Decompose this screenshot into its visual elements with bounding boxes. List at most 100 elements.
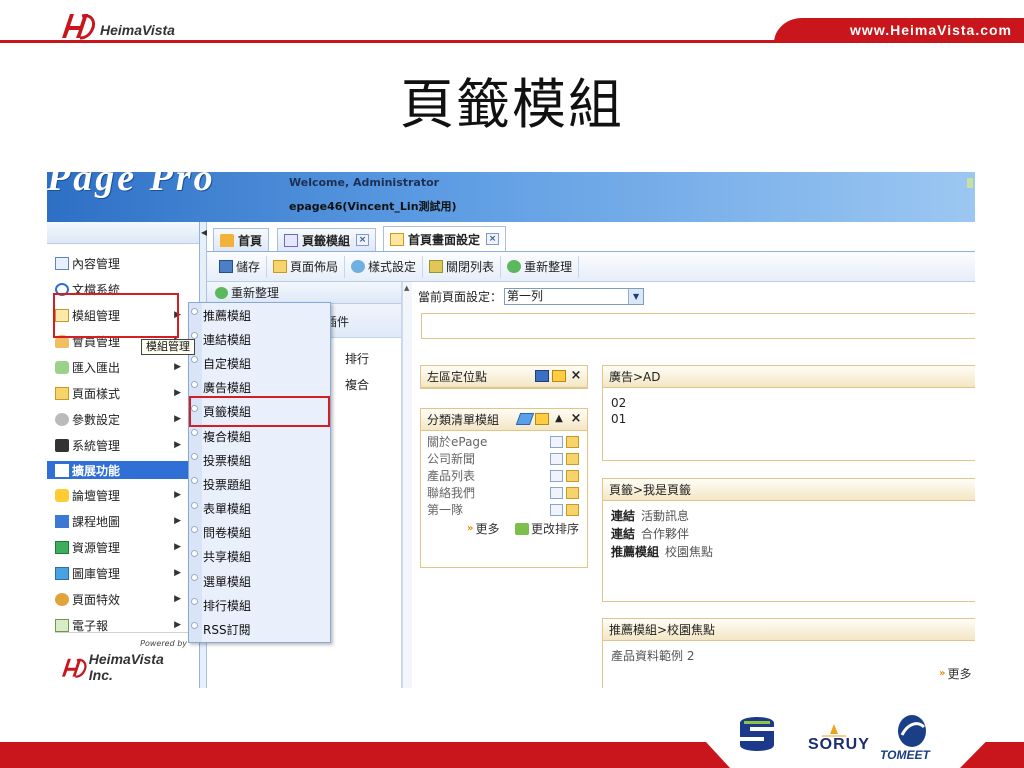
close-list-button[interactable]: 關閉列表 (423, 255, 502, 278)
settings-icon[interactable] (566, 436, 579, 448)
ad-line: 02 (611, 396, 627, 410)
tab-module-row[interactable]: 推薦模組 校園焦點 (603, 543, 975, 561)
close-icon[interactable]: × (486, 233, 500, 245)
edit-icon[interactable] (550, 470, 563, 482)
window-icon[interactable] (552, 370, 566, 382)
recommend-title: 推薦模組>校園焦點 (609, 623, 716, 637)
sort-icon (515, 522, 529, 535)
close-icon[interactable]: × (569, 369, 583, 382)
style-icon (351, 260, 366, 273)
powered-brand: HeimaVista Inc. (88, 651, 164, 683)
list-item[interactable]: 關於ePage (421, 434, 587, 451)
layout-icon (273, 260, 288, 273)
submenu-item-composite[interactable]: 複合模組 (189, 424, 330, 448)
sidebar-item-import-export[interactable]: 匯入匯出 ▶ (47, 354, 199, 380)
left-anchor-title: 左區定位點 (427, 370, 488, 384)
settings-icon[interactable] (566, 470, 579, 482)
submenu-arrow-icon: ▶ (174, 440, 181, 450)
edit-icon[interactable] (515, 413, 535, 425)
save-button[interactable]: 儲存 (213, 255, 268, 278)
list-item[interactable]: 產品列表 (421, 468, 587, 485)
tab-module-row[interactable]: 連結 活動訊息 (603, 507, 975, 525)
chevron-down-icon[interactable]: ▼ (628, 289, 644, 304)
change-sort-button[interactable]: 更改排序 (515, 520, 579, 537)
submenu-item-recommend[interactable]: 推薦模組 (189, 303, 330, 327)
module-cell-rank[interactable]: 排行 (345, 350, 369, 367)
sidebar-item-course-map[interactable]: 課程地圖 ▶ (47, 508, 199, 534)
submenu-item-form[interactable]: 表單模組 (189, 497, 330, 521)
more-link[interactable]: » 更多 (467, 520, 499, 537)
submenu-label: 廣告模組 (203, 381, 252, 396)
submenu-label: 排行模組 (203, 598, 252, 613)
module-scrollbar[interactable]: ▲ (402, 282, 412, 688)
submenu-item-vote-group[interactable]: 投票題組 (189, 472, 330, 496)
settings-icon[interactable] (566, 453, 579, 465)
edit-icon[interactable] (550, 436, 563, 448)
submenu-item-rank[interactable]: 排行模組 (189, 593, 330, 617)
module-cell-composite[interactable]: 複合 (345, 376, 369, 393)
submenu-item-menu[interactable]: 選單模組 (189, 569, 330, 593)
close-list-label: 關閉列表 (446, 260, 495, 274)
sidebar-item-forum[interactable]: 論壇管理 ▶ (47, 482, 199, 508)
sidebar-item-gallery[interactable]: 圖庫管理 ▶ (47, 560, 199, 586)
edit-icon[interactable] (550, 453, 563, 465)
bullet-icon (191, 380, 198, 388)
list-item[interactable]: 聯絡我們 (421, 485, 587, 502)
tab-module-box: 頁籤>我是頁籤 連結 活動訊息 連結 合作夥伴 推薦模組 校園焦點 (602, 478, 975, 602)
reorganize-button[interactable]: 重新整理 (501, 255, 580, 278)
site-url[interactable]: www.HeimaVista.com (850, 22, 1012, 38)
bullet-icon (191, 525, 198, 533)
submenu-item-link[interactable]: 連結模組 (189, 327, 330, 351)
style-settings-button[interactable]: 樣式設定 (345, 255, 424, 278)
submenu-item-custom[interactable]: 自定模組 (189, 351, 330, 375)
tab-module-row[interactable]: 連結 合作夥伴 (603, 525, 975, 543)
submenu-label: 投票題組 (203, 477, 252, 492)
module-refresh-button[interactable]: 重新整理 (207, 282, 401, 304)
settings-icon[interactable] (566, 487, 579, 499)
window-icon[interactable] (535, 413, 549, 425)
list-item[interactable]: 第一隊 (421, 502, 587, 519)
list-view-icon[interactable] (535, 370, 549, 382)
sidebar-item-settings[interactable]: 參數設定 ▶ (47, 406, 199, 432)
tab-label: 頁籤模組 (302, 233, 351, 248)
settings-icon[interactable] (566, 504, 579, 516)
tab-front-page-setting[interactable]: 首頁畫面設定 × (383, 226, 507, 251)
tab-bar: 首頁 頁籤模組 × 首頁畫面設定 × (207, 222, 975, 252)
edit-icon[interactable] (550, 504, 563, 516)
edit-icon[interactable] (550, 487, 563, 499)
recommend-item[interactable]: 產品資料範例 2 (611, 649, 694, 663)
scroll-up-icon[interactable]: ▲ (404, 284, 409, 292)
tab-home[interactable]: 首頁 (213, 228, 270, 251)
home-icon (220, 233, 234, 247)
tab-tab-module[interactable]: 頁籤模組 × (277, 228, 377, 251)
page-style-icon (55, 386, 69, 400)
submenu-item-vote[interactable]: 投票模組 (189, 448, 330, 472)
submenu-item-share[interactable]: 共享模組 (189, 545, 330, 569)
submenu-item-rss[interactable]: RSS訂閱 (189, 617, 330, 641)
page-setting-select[interactable]: 第一列 ▼ (504, 288, 645, 305)
bullet-icon (191, 477, 198, 485)
category-rows: 關於ePage 公司新聞 產品列表 聯絡我們 第一隊 » 更多 更改排序 (421, 431, 587, 539)
ad-body: 02 01 (603, 388, 975, 434)
app-banner: Page Pro Welcome, Administrator epage46(… (47, 172, 975, 222)
style-label: 樣式設定 (368, 260, 417, 274)
sidebar-item-effects[interactable]: 頁面特效 ▶ (47, 586, 199, 612)
more-link[interactable]: » 更多 (939, 665, 971, 682)
sidebar-item-system[interactable]: 系統管理 ▶ (47, 432, 199, 458)
gear-icon (55, 412, 69, 426)
list-item[interactable]: 公司新聞 (421, 451, 587, 468)
page-layout-button[interactable]: 頁面佈局 (267, 255, 346, 278)
submenu-arrow-icon: ▶ (174, 594, 181, 604)
close-icon[interactable]: × (569, 412, 583, 425)
sidebar-item-resources[interactable]: 資源管理 ▶ (47, 534, 199, 560)
sidebar-item-content[interactable]: 內容管理 (47, 250, 199, 276)
submenu-arrow-icon: ▶ (174, 388, 181, 398)
sidebar-item-label: 內容管理 (72, 256, 121, 271)
sidebar-item-label: 匯入匯出 (72, 360, 121, 375)
layout-icon (390, 232, 404, 246)
move-up-icon[interactable]: ▲ (552, 413, 566, 425)
submenu-item-survey[interactable]: 問卷模組 (189, 521, 330, 545)
close-icon[interactable]: × (356, 234, 370, 246)
sidebar-item-label: 課程地圖 (72, 514, 121, 529)
sidebar-item-page-style[interactable]: 頁面樣式 ▶ (47, 380, 199, 406)
